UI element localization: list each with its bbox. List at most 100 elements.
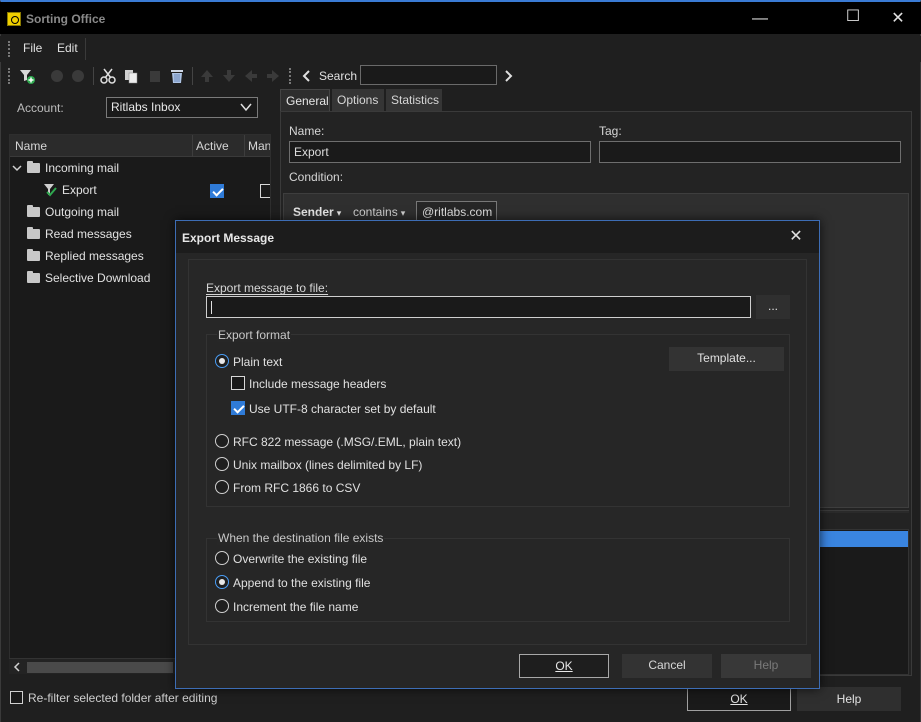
move-down-disabled-icon xyxy=(223,70,235,82)
condition-operator[interactable]: contains ▾ xyxy=(353,205,405,219)
copy-icon[interactable] xyxy=(123,68,139,84)
chevron-down-icon xyxy=(240,103,252,112)
action-list[interactable] xyxy=(818,529,909,675)
minimize-button[interactable]: — xyxy=(737,4,783,34)
increment-label[interactable]: Increment the file name xyxy=(233,600,358,614)
condition-value[interactable]: @ritlabs.com xyxy=(416,201,497,222)
dialog-title: Export Message xyxy=(182,231,275,245)
name-label: Name: xyxy=(289,124,325,138)
condition-field-label: Sender xyxy=(293,205,334,219)
browse-button[interactable]: ... xyxy=(756,295,790,319)
menu-divider xyxy=(85,38,86,60)
name-field[interactable]: Export xyxy=(289,141,591,163)
unix-mailbox-radio[interactable] xyxy=(215,457,229,471)
tab-statistics[interactable]: Statistics xyxy=(386,89,442,111)
column-active[interactable]: Active xyxy=(196,139,229,153)
disabled-tool-icon-2 xyxy=(72,70,84,82)
export-file-input[interactable] xyxy=(206,296,751,318)
column-separator-2[interactable] xyxy=(244,135,245,157)
move-left-disabled-icon xyxy=(245,70,257,82)
tree-header: Name Active Man xyxy=(10,135,270,157)
template-button[interactable]: Template... xyxy=(669,347,784,371)
action-list-selected-row[interactable] xyxy=(818,531,908,547)
folder-icon xyxy=(27,227,40,239)
title-bar: Sorting Office — ☐ ✕ xyxy=(0,2,921,34)
help-button[interactable]: Help xyxy=(797,687,901,711)
rfc1866-csv-radio[interactable] xyxy=(215,480,229,494)
dialog-close-icon[interactable]: ✕ xyxy=(773,221,819,253)
folder-icon xyxy=(27,161,40,173)
window-title: Sorting Office xyxy=(26,12,106,26)
refilter-checkbox[interactable] xyxy=(10,691,23,704)
export-format-title: Export format xyxy=(217,328,292,342)
condition-field[interactable]: Sender ▾ xyxy=(293,205,341,219)
tab-general[interactable]: General xyxy=(280,89,330,111)
menu-file[interactable]: File xyxy=(23,41,42,55)
tree-item-label: Selective Download xyxy=(45,271,151,285)
increment-radio[interactable] xyxy=(215,599,229,613)
append-label[interactable]: Append to the existing file xyxy=(233,576,370,590)
toolbar-divider xyxy=(93,67,94,85)
dialog-help-button[interactable]: Help xyxy=(721,654,811,678)
account-value: Ritlabs Inbox xyxy=(111,100,181,114)
search-grip[interactable] xyxy=(289,68,291,84)
dialog-cancel-button[interactable]: Cancel xyxy=(622,654,712,678)
search-next-icon[interactable] xyxy=(500,68,516,84)
scrollbar-thumb[interactable] xyxy=(27,662,173,673)
menu-grip[interactable] xyxy=(8,41,10,57)
tree-item-label: Replied messages xyxy=(45,249,144,263)
filter-check-icon xyxy=(44,184,57,197)
tree-item-label: Outgoing mail xyxy=(45,205,120,219)
append-radio[interactable] xyxy=(215,575,229,589)
include-headers-label[interactable]: Include message headers xyxy=(249,377,386,391)
maximize-button[interactable]: ☐ xyxy=(830,2,876,32)
manual-checkbox[interactable] xyxy=(260,184,270,198)
move-right-disabled-icon xyxy=(267,70,279,82)
toolbar-divider-2 xyxy=(192,67,193,85)
paste-disabled-icon xyxy=(150,71,160,82)
delete-icon[interactable] xyxy=(169,68,185,84)
disabled-tool-icon xyxy=(51,70,63,82)
search-prev-icon[interactable] xyxy=(299,68,315,84)
tag-field[interactable] xyxy=(599,141,901,163)
tree-item-incoming[interactable]: Incoming mail xyxy=(10,157,270,179)
tree-item-label: Incoming mail xyxy=(45,161,120,175)
tree-item-export[interactable]: Export xyxy=(10,179,270,201)
utf8-checkbox[interactable] xyxy=(231,401,245,415)
overwrite-radio[interactable] xyxy=(215,551,229,565)
tag-label: Tag: xyxy=(599,124,622,138)
tab-options[interactable]: Options xyxy=(332,89,384,111)
export-message-dialog: Export Message ✕ Export message to file:… xyxy=(175,220,820,689)
column-separator[interactable] xyxy=(192,135,193,157)
condition-operator-label: contains xyxy=(353,205,398,219)
column-manual[interactable]: Man xyxy=(248,139,270,153)
ok-button[interactable]: OK xyxy=(687,687,791,711)
active-checkbox[interactable] xyxy=(210,184,224,198)
move-up-disabled-icon xyxy=(201,70,213,82)
cut-icon[interactable] xyxy=(100,68,116,84)
plain-text-radio[interactable] xyxy=(215,354,229,368)
chevron-down-icon[interactable] xyxy=(12,163,22,173)
plain-text-label[interactable]: Plain text xyxy=(233,355,282,369)
close-button[interactable]: ✕ xyxy=(875,4,921,34)
rfc822-radio[interactable] xyxy=(215,434,229,448)
refilter-label: Re-filter selected folder after editing xyxy=(28,691,218,705)
unix-mailbox-label[interactable]: Unix mailbox (lines delimited by LF) xyxy=(233,458,422,472)
column-name[interactable]: Name xyxy=(15,139,47,153)
dialog-ok-button[interactable]: OK xyxy=(519,654,609,678)
file-label: Export message to file: xyxy=(206,281,329,295)
menu-edit[interactable]: Edit xyxy=(57,41,78,55)
rfc822-label[interactable]: RFC 822 message (.MSG/.EML, plain text) xyxy=(233,435,461,449)
new-filter-icon[interactable] xyxy=(19,68,35,84)
scroll-left-icon[interactable] xyxy=(12,662,22,672)
folder-icon xyxy=(27,205,40,217)
utf8-label[interactable]: Use UTF-8 character set by default xyxy=(249,402,436,416)
rfc1866-csv-label[interactable]: From RFC 1866 to CSV xyxy=(233,481,360,495)
toolbar-grip[interactable] xyxy=(8,68,10,84)
overwrite-label[interactable]: Overwrite the existing file xyxy=(233,552,367,566)
search-input[interactable] xyxy=(360,65,497,85)
account-select[interactable]: Ritlabs Inbox xyxy=(106,97,258,118)
include-headers-checkbox[interactable] xyxy=(231,376,245,390)
folder-icon xyxy=(27,249,40,261)
destination-title: When the destination file exists xyxy=(217,531,385,545)
